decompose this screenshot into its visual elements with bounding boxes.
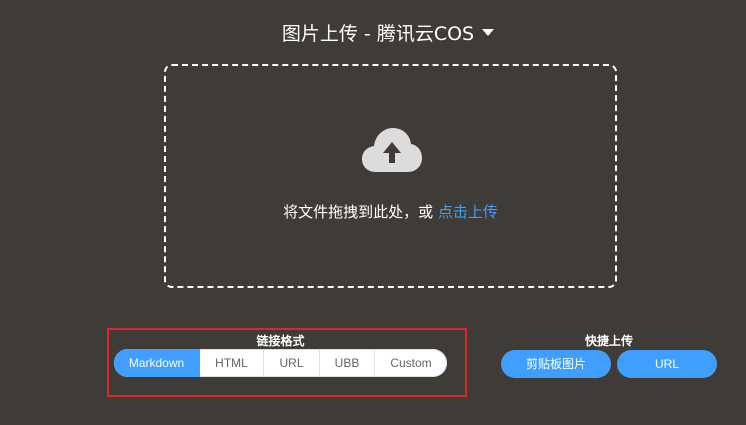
quick-upload-label: 快捷上传 (584, 334, 633, 348)
url-upload-button[interactable]: URL (617, 350, 717, 378)
clipboard-upload-button[interactable]: 剪贴板图片 (501, 350, 611, 378)
format-option-ubb[interactable]: UBB (320, 349, 375, 377)
caret-down-icon (482, 29, 495, 36)
format-option-markdown[interactable]: Markdown (114, 349, 200, 377)
link-format-label: 链接格式 (256, 334, 305, 348)
link-format-group: Markdown HTML URL UBB Custom (114, 349, 447, 377)
click-upload-link[interactable]: 点击上传 (438, 203, 498, 221)
format-option-custom[interactable]: Custom (375, 349, 447, 377)
cloud-upload-icon (362, 128, 422, 172)
upload-dropzone[interactable]: 将文件拖拽到此处，或 点击上传 (164, 64, 617, 288)
picbed-selector[interactable]: 图片上传 - 腾讯云COS (0, 19, 746, 46)
format-option-html[interactable]: HTML (200, 349, 264, 377)
page-title: 图片上传 - 腾讯云COS (281, 23, 475, 45)
format-option-url[interactable]: URL (264, 349, 320, 377)
dropzone-hint: 将文件拖拽到此处，或 (283, 203, 438, 221)
dropzone-text: 将文件拖拽到此处，或 点击上传 (166, 201, 615, 222)
